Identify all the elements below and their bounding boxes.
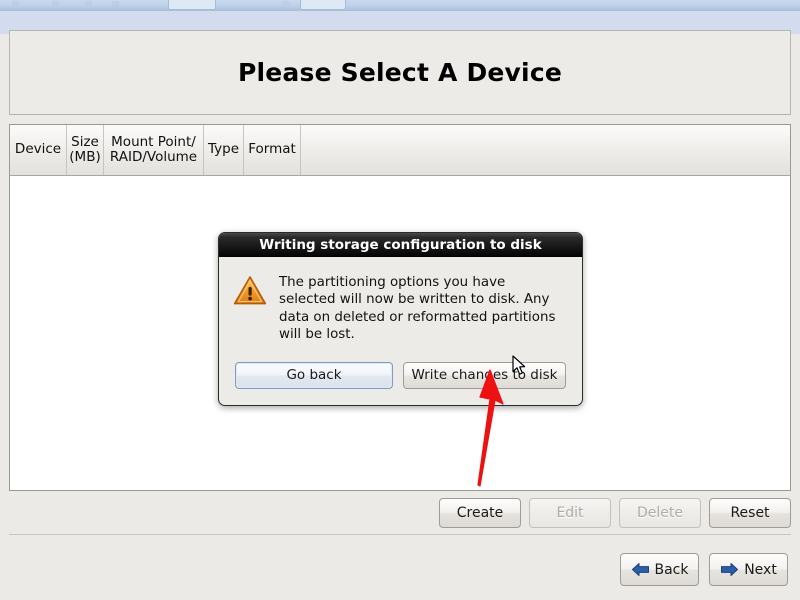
column-header-type[interactable]: Type (204, 125, 244, 175)
dialog-body: The partitioning options you have select… (219, 257, 582, 344)
arrow-left-icon (631, 563, 649, 576)
dialog-actions: Go back Write changes to disk (219, 344, 582, 405)
column-header-device[interactable]: Device (10, 125, 67, 175)
next-button[interactable]: Next (709, 553, 788, 586)
back-button-label: Back (654, 561, 689, 578)
edit-button: Edit (529, 498, 611, 528)
write-changes-dialog: Writing storage configuration to disk Th… (218, 232, 583, 406)
create-button[interactable]: Create (439, 498, 521, 528)
go-back-button[interactable]: Go back (235, 361, 393, 389)
column-header-format[interactable]: Format (244, 125, 301, 175)
navigation-buttons: Back Next (620, 553, 788, 586)
column-header-filler (301, 125, 790, 175)
dialog-titlebar: Writing storage configuration to disk (219, 233, 582, 257)
write-changes-to-disk-button[interactable]: Write changes to disk (403, 361, 566, 389)
toolbar-ghost-tick (85, 1, 92, 8)
arrow-right-icon (721, 563, 739, 576)
next-button-label: Next (744, 561, 777, 578)
toolbar-ghost-field (168, 0, 216, 10)
delete-button: Delete (619, 498, 701, 528)
reset-button[interactable]: Reset (709, 498, 791, 528)
device-table-header-row: Device Size (MB) Mount Point/ RAID/Volum… (10, 125, 790, 176)
column-header-size[interactable]: Size (MB) (67, 125, 104, 175)
nav-separator (9, 534, 791, 535)
page-title: Please Select A Device (237, 58, 563, 87)
toolbar-ghost-tick (112, 1, 119, 8)
title-panel: Please Select A Device (9, 30, 791, 115)
warning-triangle-icon (233, 276, 267, 305)
dialog-title: Writing storage configuration to disk (259, 236, 542, 253)
column-header-mount-point[interactable]: Mount Point/ RAID/Volume (104, 125, 204, 175)
toolbar-ghost-tick (52, 1, 59, 8)
toolbar-ghost-tick (12, 1, 19, 8)
toolbar-ghost-tick (283, 1, 290, 8)
back-button[interactable]: Back (620, 553, 699, 586)
partition-action-buttons: Create Edit Delete Reset (9, 498, 791, 528)
toolbar-ghost-field (300, 0, 346, 10)
dialog-message: The partitioning options you have select… (279, 275, 556, 343)
